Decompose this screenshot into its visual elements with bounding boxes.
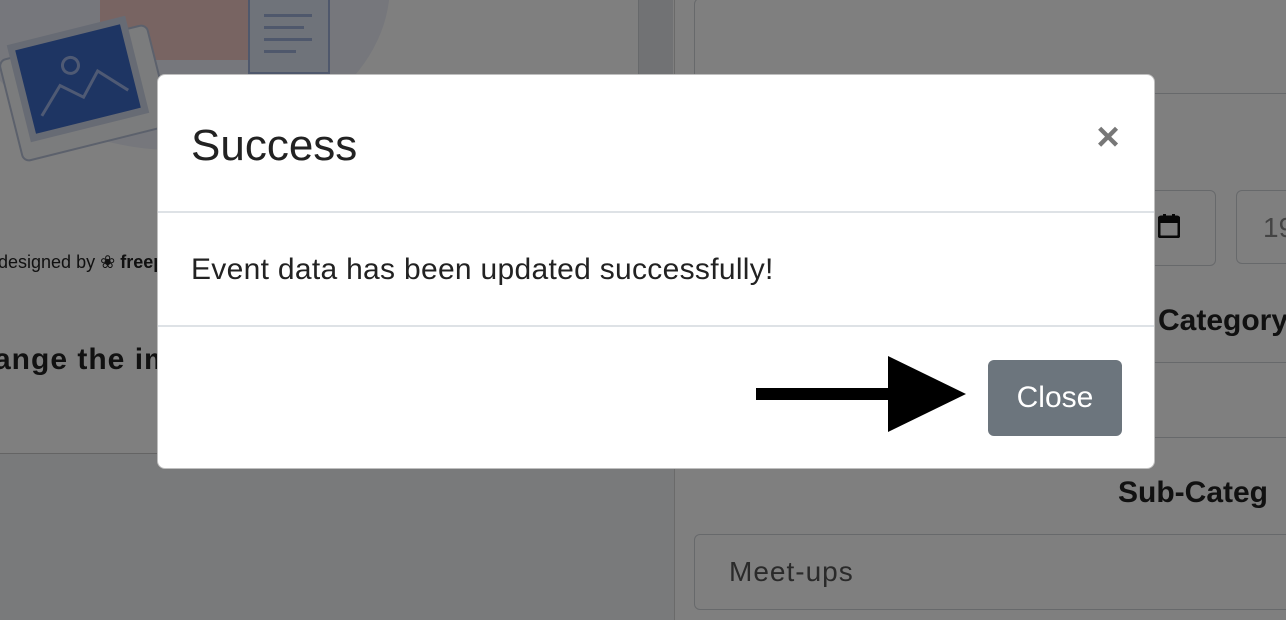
modal-header: Success × (158, 75, 1154, 213)
modal-title: Success (191, 121, 358, 170)
close-button[interactable]: Close (988, 360, 1122, 436)
success-modal: Success × Event data has been updated su… (157, 74, 1155, 469)
right-arrow-icon (756, 356, 966, 432)
modal-footer: Close (158, 327, 1154, 468)
modal-body: Event data has been updated successfully… (158, 213, 1154, 327)
close-icon[interactable]: × (1088, 115, 1128, 159)
modal-message: Event data has been updated successfully… (191, 253, 774, 286)
